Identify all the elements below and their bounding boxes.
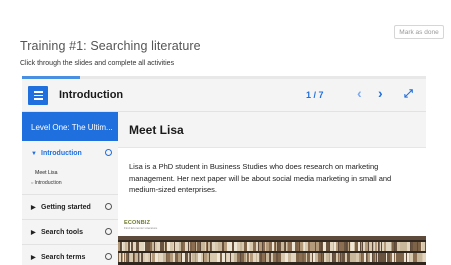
status-circle-icon <box>105 203 112 210</box>
sub-item-meet-lisa[interactable]: Meet Lisa <box>35 168 118 178</box>
logo-tagline: Find Economic Literature <box>124 226 158 230</box>
status-circle-icon <box>105 228 112 235</box>
caret-right-icon: ▶ <box>31 229 36 236</box>
slide-text: Lisa is a PhD student in Business Studie… <box>129 162 392 194</box>
caret-right-icon: ▶ <box>31 204 36 211</box>
sidebar-chapter-search-terms[interactable]: ▶ Search terms <box>22 245 118 265</box>
status-circle-icon <box>105 149 112 156</box>
sidebar-chapter-introduction[interactable]: ▼ Introduction <box>22 141 118 166</box>
expand-icon[interactable]: ⤢ <box>404 88 413 101</box>
library-bookshelf-image <box>118 236 426 265</box>
slide-content: Meet Lisa Lisa is a PhD student in Busin… <box>118 112 426 265</box>
econbiz-logo: ECONBIZ Find Economic Literature <box>124 220 157 230</box>
chapter-sidebar: Level One: The Ultim... ▼ Introduction M… <box>22 112 118 265</box>
chapter-label: Introduction <box>41 150 82 157</box>
slide-title: Meet Lisa <box>129 123 184 137</box>
caret-down-icon: ▼ <box>31 150 37 157</box>
status-circle-icon <box>105 253 112 260</box>
hamburger-menu-icon[interactable] <box>28 86 48 105</box>
chapter-sub-items: Meet Lisa Introduction <box>22 166 118 195</box>
content-header: Introduction 1 / 7 ‹ › ⤢ <box>22 79 426 112</box>
chapter-title: Introduction <box>59 89 124 101</box>
mark-as-done-button[interactable]: Mark as done <box>394 25 444 39</box>
page-counter: 1 / 7 <box>306 90 324 100</box>
chevron-left-icon[interactable]: ‹ <box>357 85 362 101</box>
sidebar-header: Level One: The Ultim... <box>22 112 118 141</box>
caret-right-icon: ▶ <box>31 254 36 261</box>
page-subtitle: Click through the slides and complete al… <box>20 60 175 67</box>
chevron-right-icon[interactable]: › <box>378 85 383 101</box>
sub-item-introduction[interactable]: Introduction <box>31 178 118 188</box>
page-title: Training #1: Searching literature <box>20 39 201 53</box>
chapter-label: Getting started <box>41 203 91 211</box>
h5p-course-page: Mark as done Training #1: Searching lite… <box>0 0 451 265</box>
chapter-label: Search terms <box>41 253 86 261</box>
chapter-label: Search tools <box>41 228 84 236</box>
sidebar-chapter-getting-started[interactable]: ▶ Getting started <box>22 195 118 220</box>
sidebar-chapter-search-tools[interactable]: ▶ Search tools <box>22 220 118 245</box>
